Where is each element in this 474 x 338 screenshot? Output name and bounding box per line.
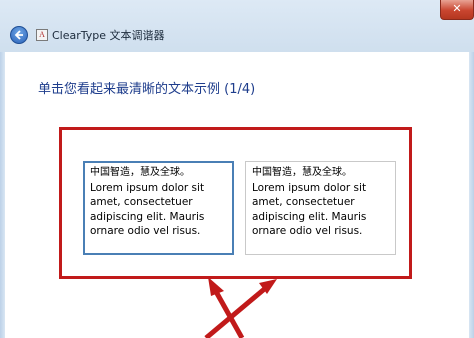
- annotation-arrows: [204, 277, 277, 338]
